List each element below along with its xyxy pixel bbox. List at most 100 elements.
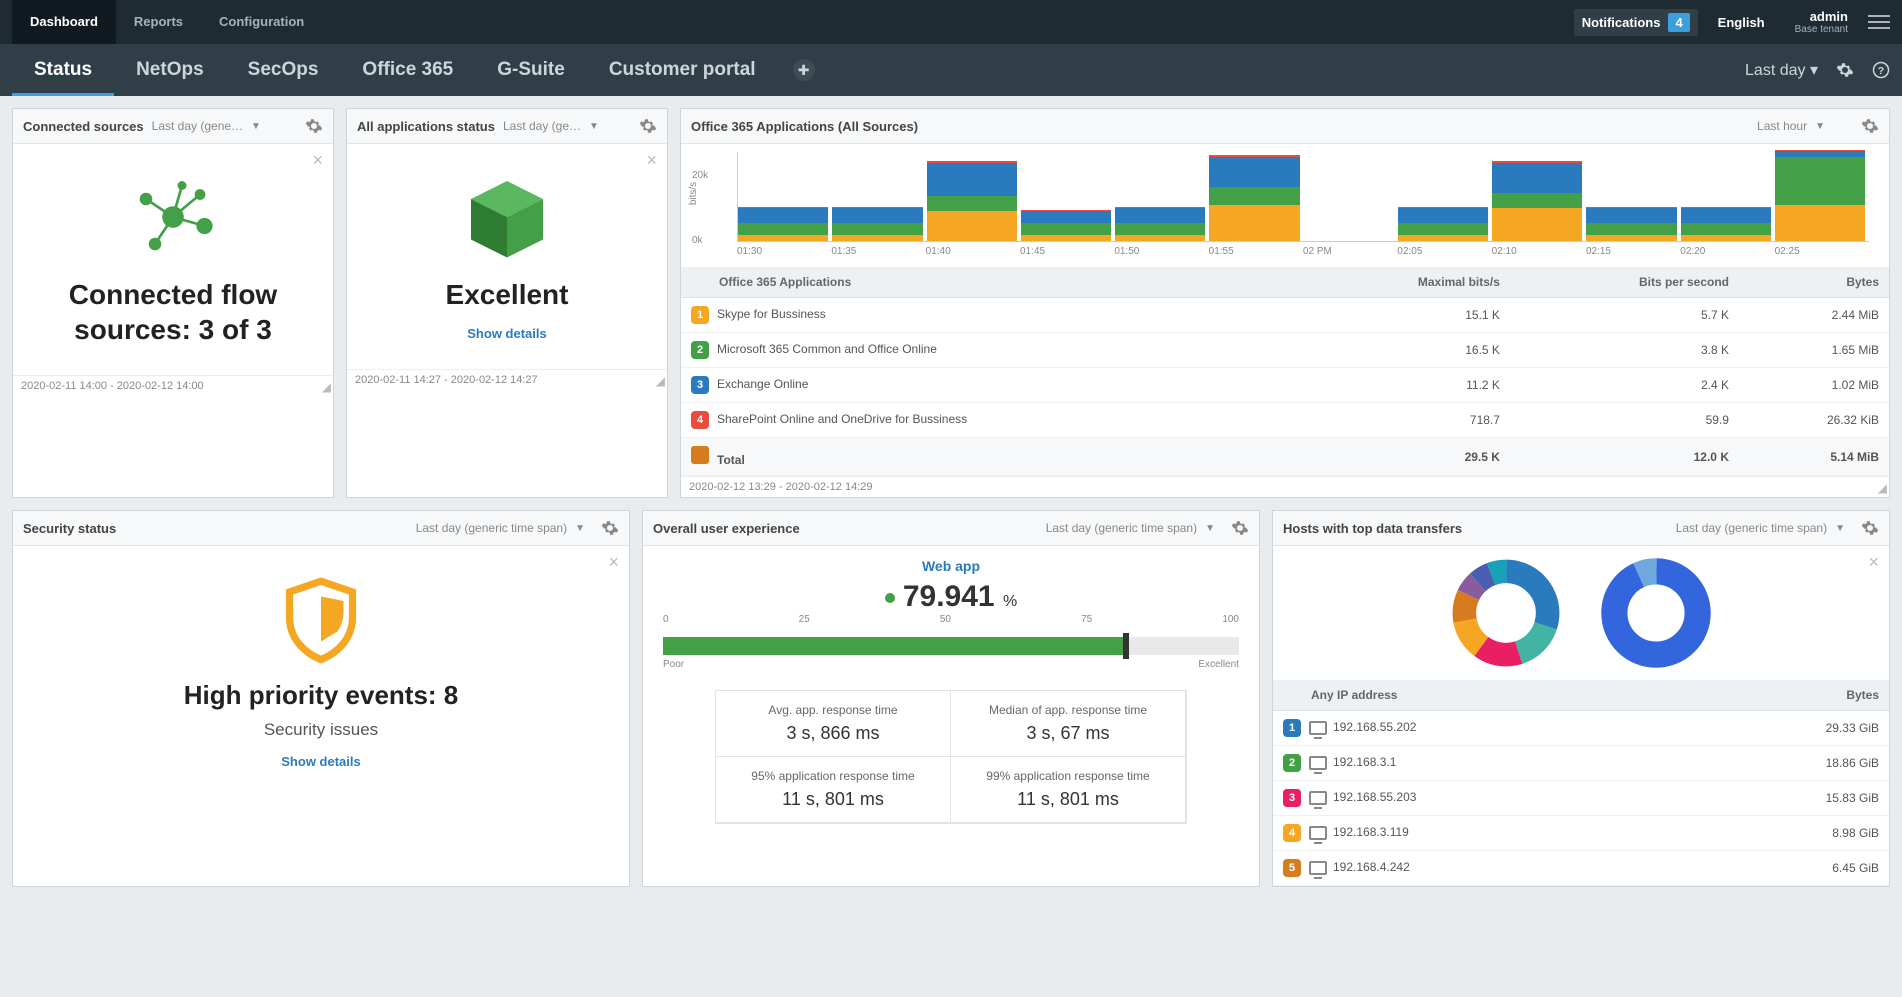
panel-timespan[interactable]: Last day (ge… (503, 119, 581, 133)
panel-footer-timestamp: 2020-02-11 14:00 - 2020-02-12 14:00 (21, 380, 204, 392)
close-icon[interactable]: × (608, 552, 619, 573)
webapp-label: Web app (655, 558, 1247, 574)
shield-icon (23, 574, 619, 667)
tab-gsuite[interactable]: G-Suite (475, 44, 587, 96)
app-status-headline: Excellent (357, 277, 657, 312)
resize-handle-icon[interactable]: ◢ (1878, 481, 1887, 495)
gear-icon[interactable] (1861, 519, 1879, 537)
metric-cell: 99% application response time11 s, 801 m… (950, 756, 1186, 823)
col-header[interactable]: Maximal bits/s (1298, 267, 1510, 298)
panel-all-applications-status: All applications status Last day (ge… ▼ … (346, 108, 668, 498)
notifications-label: Notifications (1582, 15, 1661, 30)
table-row[interactable]: 3Exchange Online11.2 K2.4 K1.02 MiB (681, 368, 1889, 403)
table-row[interactable]: 4192.168.3.1198.98 GiB (1273, 816, 1889, 851)
tab-customer-portal[interactable]: Customer portal (587, 44, 778, 96)
panel-footer-timestamp: 2020-02-11 14:27 - 2020-02-12 14:27 (355, 374, 538, 386)
panel-timespan[interactable]: Last day (generic time span) (1046, 521, 1197, 535)
show-details-link[interactable]: Show details (23, 754, 619, 769)
notifications-count: 4 (1668, 13, 1689, 32)
col-header[interactable]: Any IP address (1273, 680, 1690, 711)
monitor-icon (1309, 861, 1327, 875)
help-icon[interactable]: ? (1872, 61, 1890, 79)
panel-title: Security status (23, 521, 116, 536)
panel-overall-user-experience: Overall user experience Last day (generi… (642, 510, 1260, 887)
gear-icon[interactable] (639, 117, 657, 135)
metric-cell: Avg. app. response time3 s, 866 ms (715, 690, 951, 757)
table-row[interactable]: 1192.168.55.20229.33 GiB (1273, 711, 1889, 746)
chevron-down-icon[interactable]: ▼ (1815, 121, 1825, 132)
donut-chart-left[interactable] (1446, 558, 1566, 668)
gear-icon[interactable] (601, 519, 619, 537)
nav-configuration[interactable]: Configuration (201, 0, 322, 44)
tab-netops[interactable]: NetOps (114, 44, 226, 96)
metric-cell: Median of app. response time3 s, 67 ms (950, 690, 1186, 757)
hamburger-icon[interactable] (1868, 15, 1890, 29)
user-name: admin (1795, 9, 1848, 24)
panel-title: Office 365 Applications (All Sources) (691, 119, 918, 134)
panel-timespan[interactable]: Last day (generic time span) (1676, 521, 1827, 535)
close-icon[interactable]: × (646, 150, 657, 171)
close-icon[interactable]: × (312, 150, 323, 171)
network-icon (23, 172, 323, 265)
tab-office365[interactable]: Office 365 (340, 44, 475, 96)
monitor-icon (1309, 756, 1327, 770)
add-tab-button[interactable]: ✚ (793, 59, 815, 81)
table-row-total: Total29.5 K12.0 K5.14 MiB (681, 438, 1889, 476)
dashboard-tabs: Status NetOps SecOps Office 365 G-Suite … (0, 44, 1902, 96)
resize-handle-icon[interactable]: ◢ (656, 374, 665, 388)
col-header[interactable]: Bits per second (1510, 267, 1739, 298)
chevron-down-icon[interactable]: ▼ (589, 121, 599, 132)
monitor-icon (1309, 721, 1327, 735)
connected-sources-headline: Connected flow sources: 3 of 3 (23, 277, 323, 347)
cube-icon (357, 172, 657, 265)
show-details-link[interactable]: Show details (357, 326, 657, 341)
notifications-button[interactable]: Notifications 4 (1574, 9, 1698, 36)
panel-title: Overall user experience (653, 521, 800, 536)
panel-security-status: Security status Last day (generic time s… (12, 510, 630, 887)
table-row[interactable]: 1Skype for Bussiness15.1 K5.7 K2.44 MiB (681, 298, 1889, 333)
panel-timespan[interactable]: Last hour (1757, 119, 1807, 133)
donut-chart-right[interactable] (1596, 558, 1716, 668)
chevron-down-icon[interactable]: ▼ (1835, 523, 1845, 534)
chevron-down-icon[interactable]: ▼ (251, 121, 261, 132)
monitor-icon (1309, 791, 1327, 805)
gear-icon[interactable] (305, 117, 323, 135)
panel-title: All applications status (357, 119, 495, 134)
col-header[interactable]: Bytes (1739, 267, 1889, 298)
table-row[interactable]: 5192.168.4.2426.45 GiB (1273, 851, 1889, 886)
tab-status[interactable]: Status (12, 44, 114, 96)
user-menu[interactable]: admin Base tenant (1785, 9, 1858, 35)
monitor-icon (1309, 826, 1327, 840)
nav-dashboard[interactable]: Dashboard (12, 0, 116, 44)
close-icon[interactable]: × (1868, 552, 1879, 573)
metric-cell: 95% application response time11 s, 801 m… (715, 756, 951, 823)
col-header[interactable]: Bytes (1690, 680, 1889, 711)
panel-hosts-top-data: Hosts with top data transfers Last day (… (1272, 510, 1890, 887)
chevron-down-icon[interactable]: ▼ (575, 523, 585, 534)
top-navbar: Dashboard Reports Configuration Notifica… (0, 0, 1902, 44)
panel-connected-sources: Connected sources Last day (gene… ▼ × Co… (12, 108, 334, 498)
panel-office365-applications: Office 365 Applications (All Sources) La… (680, 108, 1890, 498)
resize-handle-icon[interactable]: ◢ (322, 380, 331, 394)
panel-footer-timestamp: 2020-02-12 13:29 - 2020-02-12 14:29 (689, 481, 872, 493)
chevron-down-icon[interactable]: ▼ (1205, 523, 1215, 534)
table-row[interactable]: 2Microsoft 365 Common and Office Online1… (681, 333, 1889, 368)
gear-icon[interactable] (1231, 519, 1249, 537)
o365-stacked-area-chart[interactable]: bits/s 20k 0k (737, 152, 1869, 242)
gear-icon[interactable] (1861, 117, 1879, 135)
panel-timespan[interactable]: Last day (generic time span) (416, 521, 567, 535)
table-row[interactable]: 4SharePoint Online and OneDrive for Buss… (681, 403, 1889, 438)
panel-title: Connected sources (23, 119, 144, 134)
col-header[interactable]: Office 365 Applications (681, 267, 1298, 298)
poor-label: Poor (663, 659, 684, 670)
language-selector[interactable]: English (1698, 15, 1785, 30)
ux-percentage: 79.941 % (655, 580, 1247, 614)
table-row[interactable]: 3192.168.55.20315.83 GiB (1273, 781, 1889, 816)
nav-reports[interactable]: Reports (116, 0, 201, 44)
tab-secops[interactable]: SecOps (226, 44, 341, 96)
global-time-selector[interactable]: Last day ▾ (1745, 60, 1818, 80)
security-headline: High priority events: 8 (23, 679, 619, 712)
panel-timespan[interactable]: Last day (gene… (152, 119, 243, 133)
table-row[interactable]: 2192.168.3.118.86 GiB (1273, 746, 1889, 781)
gear-icon[interactable] (1836, 61, 1854, 79)
